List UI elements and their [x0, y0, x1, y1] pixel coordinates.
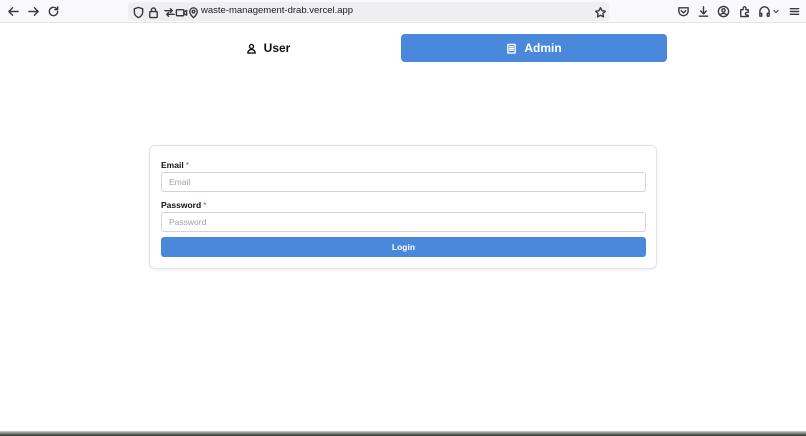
menu-icon[interactable] — [787, 4, 801, 18]
location-icon[interactable] — [186, 5, 200, 19]
admin-tab[interactable]: Admin — [401, 34, 667, 62]
account-icon[interactable] — [716, 4, 730, 18]
lock-icon[interactable] — [146, 5, 160, 19]
clipboard-icon — [507, 43, 517, 54]
pocket-icon[interactable] — [676, 4, 690, 18]
window-bottom-edge — [0, 431, 806, 436]
vpn-icon[interactable] — [757, 4, 771, 18]
login-button[interactable]: Login — [161, 237, 646, 257]
browser-toolbar: waste-management-drab.vercel.app — [0, 0, 806, 23]
password-field[interactable] — [161, 212, 646, 232]
admin-tab-label: Admin — [524, 41, 562, 55]
bookmark-star-icon[interactable] — [593, 5, 607, 19]
user-icon — [246, 43, 256, 54]
email-label: Email * — [161, 160, 189, 170]
required-asterisk: * — [203, 200, 207, 210]
forward-arrow-icon[interactable] — [26, 4, 40, 18]
address-bar[interactable]: waste-management-drab.vercel.app — [128, 2, 609, 21]
back-arrow-icon[interactable] — [6, 4, 20, 18]
shield-icon[interactable] — [131, 5, 145, 19]
email-field[interactable] — [161, 172, 646, 192]
downloads-icon[interactable] — [696, 4, 710, 18]
required-asterisk: * — [185, 160, 189, 170]
url-text[interactable]: waste-management-drab.vercel.app — [201, 5, 353, 16]
login-form-card: Email* Password* Login — [149, 145, 657, 269]
page-content: User Admin Email* Password* Login — [0, 23, 806, 436]
user-tab[interactable]: User — [135, 34, 401, 62]
password-label: Password * — [161, 200, 207, 210]
chevron-down-icon[interactable] — [771, 4, 781, 18]
reload-icon[interactable] — [46, 4, 60, 18]
user-tab-label: User — [263, 41, 291, 55]
extensions-icon[interactable] — [737, 4, 751, 18]
